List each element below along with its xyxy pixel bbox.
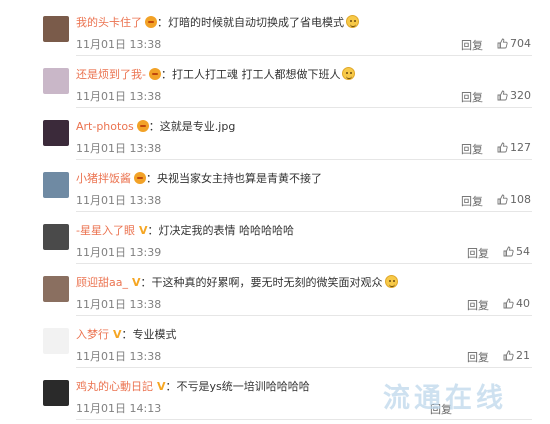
comment-time: 11月01日 13:38 xyxy=(76,350,162,363)
comment-item: 小猪拌饭酱 ：央视当家女主持也算是青黄不接了 11月01日 13:38 回复 10… xyxy=(0,160,550,212)
comment-text-line: 小猪拌饭酱 ：央视当家女主持也算是青黄不接了 xyxy=(76,171,322,187)
comment-content: ：这就是专业.jpg xyxy=(148,120,236,133)
comment-text-line: -星星入了眼 V：灯决定我的表情 哈哈哈哈哈 xyxy=(76,223,294,239)
avatar[interactable] xyxy=(43,16,69,42)
comment-text-line: 入梦行 V：专业模式 xyxy=(76,327,177,343)
like-count: 704 xyxy=(510,37,531,50)
comment-text-line: 鸡丸的心動日記 V：不亏是ys统一培训哈哈哈哈 xyxy=(76,379,310,395)
comment-time: 11月01日 13:38 xyxy=(76,38,162,51)
comment-item: Art-photos ：这就是专业.jpg 11月01日 13:38 回复 127 xyxy=(0,108,550,160)
like-button[interactable]: 54 xyxy=(503,245,530,258)
username-link[interactable]: 我的头卡住了 xyxy=(76,16,142,29)
comment-item: 还是烦到了我- ：打工人打工魂 打工人都想做下班人 11月01日 13:38 回复… xyxy=(0,56,550,108)
avatar[interactable] xyxy=(43,380,69,406)
emoji-icon xyxy=(342,67,356,80)
avatar[interactable] xyxy=(43,68,69,94)
comment-content: ：灯暗的时候就自动切换成了省电模式 xyxy=(157,16,344,29)
avatar[interactable] xyxy=(43,276,69,302)
thumbs-up-icon xyxy=(503,246,514,257)
comment-time: 11月01日 13:38 xyxy=(76,194,162,207)
vip-badge-icon: V xyxy=(113,328,122,341)
comment-item: -星星入了眼 V：灯决定我的表情 哈哈哈哈哈 11月01日 13:39 回复 54 xyxy=(0,212,550,264)
comment-time: 11月01日 13:38 xyxy=(76,90,162,103)
comment-content: ：灯决定我的表情 哈哈哈哈哈 xyxy=(147,224,295,237)
thumbs-up-icon xyxy=(497,194,508,205)
like-count: 54 xyxy=(516,245,530,258)
comment-item: 入梦行 V：专业模式 11月01日 13:38 回复 21 xyxy=(0,316,550,368)
comment-item: 鸡丸的心動日記 V：不亏是ys统一培训哈哈哈哈 11月01日 14:13 回复 xyxy=(0,368,550,420)
vip-badge-icon: V xyxy=(138,224,148,237)
thumbs-up-icon xyxy=(497,38,508,49)
comment-text-line: 我的头卡住了 ：灯暗的时候就自动切换成了省电模式 xyxy=(76,15,359,31)
reply-button[interactable]: 回复 xyxy=(461,37,483,53)
comment-time: 11月01日 13:39 xyxy=(76,246,162,259)
reply-button[interactable]: 回复 xyxy=(467,245,489,261)
like-count: 21 xyxy=(516,349,530,362)
comment-time: 11月01日 14:13 xyxy=(76,402,162,415)
fan-badge-icon xyxy=(136,120,149,132)
like-button[interactable]: 704 xyxy=(497,37,531,50)
thumbs-up-icon xyxy=(503,298,514,309)
like-button[interactable]: 40 xyxy=(503,297,530,310)
like-count: 108 xyxy=(510,193,531,206)
comment-content: ：打工人打工魂 打工人都想做下班人 xyxy=(160,68,341,81)
reply-button[interactable]: 回复 xyxy=(461,141,483,157)
emoji-icon xyxy=(384,275,398,288)
fan-badge-icon xyxy=(148,68,161,80)
thumbs-up-icon xyxy=(497,142,508,153)
like-count: 127 xyxy=(510,141,531,154)
comment-item: 顾迎甜aa_ V：干这种真的好累啊，要无时无刻的微笑面对观众 11月01日 13:… xyxy=(0,264,550,316)
username-link[interactable]: 顾迎甜aa_ xyxy=(76,276,128,289)
fan-badge-icon xyxy=(145,16,157,28)
username-link[interactable]: Art-photos xyxy=(76,120,134,133)
avatar[interactable] xyxy=(43,120,69,146)
reply-button[interactable]: 回复 xyxy=(467,297,489,313)
vip-badge-icon: V xyxy=(157,380,166,393)
comment-content: ：不亏是ys统一培训哈哈哈哈 xyxy=(165,380,310,393)
emoji-icon xyxy=(346,15,359,28)
like-button[interactable]: 21 xyxy=(503,349,530,362)
like-button[interactable]: 320 xyxy=(497,89,531,102)
username-link[interactable]: 还是烦到了我- xyxy=(76,68,146,81)
like-count: 320 xyxy=(510,89,531,102)
username-link[interactable]: 鸡丸的心動日記 xyxy=(76,380,153,393)
comment-text-line: Art-photos ：这就是专业.jpg xyxy=(76,119,235,135)
fan-badge-icon xyxy=(134,172,146,184)
username-link[interactable]: 入梦行 xyxy=(76,328,109,341)
username-link[interactable]: -星星入了眼 xyxy=(76,224,135,237)
comment-time: 11月01日 13:38 xyxy=(76,298,162,311)
thumbs-up-icon xyxy=(497,90,508,101)
comment-content: ：干这种真的好累啊，要无时无刻的微笑面对观众 xyxy=(140,276,383,289)
like-button[interactable]: 108 xyxy=(497,193,531,206)
divider xyxy=(76,419,532,420)
avatar[interactable] xyxy=(43,172,69,198)
comment-time: 11月01日 13:38 xyxy=(76,142,162,155)
like-count: 40 xyxy=(516,297,530,310)
vip-badge-icon: V xyxy=(131,276,141,289)
like-button[interactable]: 127 xyxy=(497,141,531,154)
comment-content: ：专业模式 xyxy=(121,328,177,341)
reply-button[interactable]: 回复 xyxy=(467,349,489,365)
reply-button[interactable]: 回复 xyxy=(430,401,452,417)
comment-content: ：央视当家女主持也算是青黄不接了 xyxy=(146,172,322,185)
reply-button[interactable]: 回复 xyxy=(461,89,483,105)
avatar[interactable] xyxy=(43,328,69,354)
username-link[interactable]: 小猪拌饭酱 xyxy=(76,172,131,185)
avatar[interactable] xyxy=(43,224,69,250)
comment-text-line: 还是烦到了我- ：打工人打工魂 打工人都想做下班人 xyxy=(76,67,356,83)
reply-button[interactable]: 回复 xyxy=(461,193,483,209)
thumbs-up-icon xyxy=(503,350,514,361)
comment-text-line: 顾迎甜aa_ V：干这种真的好累啊，要无时无刻的微笑面对观众 xyxy=(76,275,398,291)
comment-item: 我的头卡住了 ：灯暗的时候就自动切换成了省电模式 11月01日 13:38 回复 … xyxy=(0,4,550,56)
